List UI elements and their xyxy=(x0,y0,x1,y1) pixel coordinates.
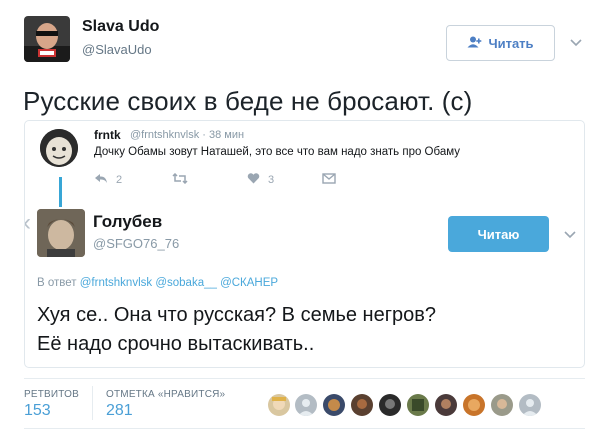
stats-divider-top xyxy=(24,378,585,379)
reply-follow-button: Читаю xyxy=(448,216,549,252)
reply-text: Хуя се.. Она что русская? В семье негров… xyxy=(37,301,577,359)
liker-avatar[interactable] xyxy=(379,394,401,416)
retweet-action xyxy=(172,172,188,187)
retweets-count[interactable]: 153 xyxy=(24,402,51,420)
quoted-text: Дочку Обамы зовут Наташей, это все что в… xyxy=(94,146,461,158)
follow-button-label: Читать xyxy=(488,35,534,51)
likes-label[interactable]: ОТМЕТКА «НРАВИТСЯ» xyxy=(106,389,225,400)
retweet-icon xyxy=(172,172,188,187)
reply-count: 2 xyxy=(116,174,123,186)
reply-action: 2 xyxy=(94,173,122,187)
author-avatar[interactable] xyxy=(24,16,70,62)
tweet-text: Русские своих в беде не бросают. (с) xyxy=(23,86,473,116)
reply-mentions: @frntshknvlsk @sobaka__ @СКАНЕР xyxy=(79,277,279,289)
embedded-image[interactable]: frntk @frntshknvlsk · 38 мин Дочку Обамы… xyxy=(24,120,585,368)
reply-avatar xyxy=(37,209,85,257)
author-name[interactable]: Slava Udo xyxy=(82,18,159,36)
reply-text-line-2: Её надо срочно вытаскивать.. xyxy=(37,333,315,355)
liker-avatar[interactable] xyxy=(463,394,485,416)
reply-author-name: Голубев xyxy=(93,212,163,231)
person-plus-icon xyxy=(467,36,482,51)
chevron-down-icon[interactable] xyxy=(570,36,582,50)
left-arrow-icon: ‹ xyxy=(25,209,31,237)
stats-divider-bottom xyxy=(24,428,585,429)
liker-avatar[interactable] xyxy=(295,394,317,416)
reply-author-handle: @SFGO76_76 xyxy=(93,236,180,251)
retweets-label[interactable]: РЕТВИТОВ xyxy=(24,389,79,400)
dm-icon xyxy=(322,173,336,187)
reply-context: В ответ @frntshknvlsk @sobaka__ @СКАНЕР xyxy=(37,277,278,289)
dm-action xyxy=(322,173,336,187)
liker-avatar[interactable] xyxy=(435,394,457,416)
reply-chevron-down-icon xyxy=(564,228,576,242)
stats-separator xyxy=(92,386,93,420)
liker-avatar[interactable] xyxy=(407,394,429,416)
reply-prefix: В ответ xyxy=(37,277,77,289)
liker-avatar[interactable] xyxy=(351,394,373,416)
quoted-handle-time: @frntshknvlsk · 38 мин xyxy=(130,129,245,141)
quoted-name: frntk xyxy=(94,128,121,142)
likes-count[interactable]: 281 xyxy=(106,402,133,420)
author-handle[interactable]: @SlavaUdo xyxy=(82,42,152,57)
follow-button[interactable]: Читать xyxy=(446,25,555,61)
reply-text-line-1: Хуя се.. Она что русская? В семье негров… xyxy=(37,304,436,326)
like-count: 3 xyxy=(268,174,275,186)
quoted-avatar-frntk xyxy=(40,129,78,167)
liker-avatar[interactable] xyxy=(519,394,541,416)
like-action: 3 xyxy=(247,173,274,187)
liker-avatar[interactable] xyxy=(268,394,290,416)
thread-line xyxy=(59,177,62,207)
heart-icon xyxy=(247,173,260,187)
liker-avatar[interactable] xyxy=(323,394,345,416)
reply-icon xyxy=(94,173,108,187)
liker-avatar[interactable] xyxy=(491,394,513,416)
